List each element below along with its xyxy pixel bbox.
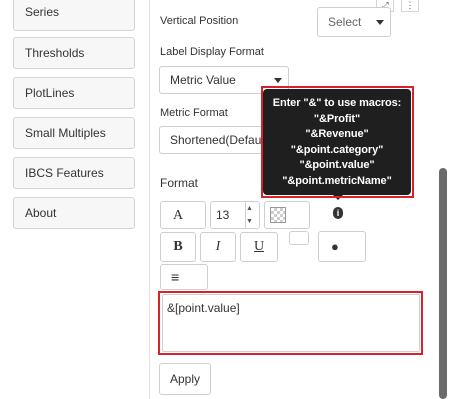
bold-label: B [173,239,183,254]
more-icon[interactable]: ⋮ [401,0,419,12]
macro-tooltip: Enter "&" to use macros: "&Profit" "&Rev… [263,89,411,195]
apply-label: Apply [169,372,201,386]
underline-label: U [253,239,265,254]
bullet-icon: ● [331,239,339,254]
vertical-position-value: Select [328,15,362,29]
caret-down-icon [274,78,282,83]
sidebar-item-label: Small Multiples [25,126,106,140]
metric-format-value: Shortened(Default) [170,133,272,147]
tooltip-line: "&point.value" [299,159,375,171]
metric-format-select[interactable]: Shortened(Default) [159,126,279,154]
label-display-format-value: Metric Value [170,73,236,87]
tooltip-line: "&Revenue" [305,128,369,140]
align-icon: ≡ [171,269,180,285]
font-icon: A [173,208,184,223]
sidebar-item-about[interactable]: About [13,197,135,229]
bold-button[interactable]: B [160,232,196,262]
scrollbar-thumb[interactable] [439,168,447,399]
tooltip-line: "&Profit" [313,112,361,125]
tooltip-line: "&point.category" [290,143,384,156]
label-display-format-label: Label Display Format [160,46,264,58]
alignment-dropdown[interactable]: ≡ [160,264,208,290]
sidebar-item-ibcs-features[interactable]: IBCS Features [13,157,135,189]
sidebar-item-label: Series [25,5,60,19]
sidebar-item-label: IBCS Features [25,166,104,180]
sidebar-item-label: About [25,206,57,220]
tooltip-line: "&point.metricName" [282,174,392,187]
apply-button[interactable]: Apply [159,363,211,395]
sidebar: Series Thresholds PlotLines Small Multip… [0,0,147,399]
italic-label: I [215,239,221,254]
font-family-dropdown[interactable]: A [160,201,206,229]
info-glyph: i [336,208,340,218]
metric-format-label: Metric Format [160,107,228,119]
sidebar-item-label: Thresholds [25,46,85,60]
vertical-position-label: Vertical Position [160,15,239,27]
font-size-stepper[interactable]: 13 ▲ ▼ [210,201,260,229]
bullet-style-dropdown[interactable]: ● [318,231,366,262]
caret-down-icon [376,20,384,25]
sidebar-item-thresholds[interactable]: Thresholds [13,37,135,69]
textarea-value: &[point.value] [167,301,240,315]
tooltip-arrow [333,195,343,200]
color-swatch-icon [270,207,286,223]
info-icon[interactable]: i [333,207,343,219]
color-picker-button[interactable] [289,231,309,245]
label-format-textarea[interactable]: &[point.value] [162,294,420,352]
format-title: Format [160,176,199,190]
vertical-position-select[interactable]: Select [317,7,391,37]
font-size-value: 13 [216,208,230,222]
tooltip-line: Enter "&" to use macros: [272,97,402,109]
stepper-arrows-icon[interactable]: ▲ ▼ [245,202,259,228]
sidebar-item-label: PlotLines [25,86,75,100]
sidebar-item-small-multiples[interactable]: Small Multiples [13,117,135,149]
sidebar-item-plotlines[interactable]: PlotLines [13,77,135,109]
underline-button[interactable]: U [240,232,278,262]
sidebar-item-series[interactable]: Series [13,0,135,31]
color-dropdown[interactable] [264,201,310,229]
italic-button[interactable]: I [200,232,236,262]
